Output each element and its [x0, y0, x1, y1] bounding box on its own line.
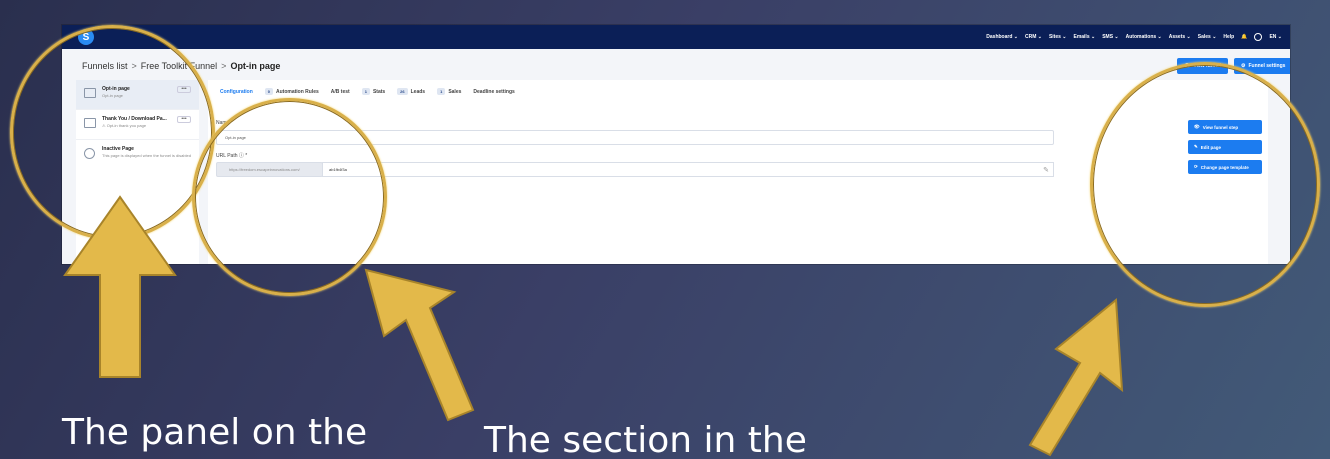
- tab-label: Configuration: [220, 88, 253, 95]
- nav-assets[interactable]: Assets ⌄: [1169, 34, 1191, 40]
- pencil-icon[interactable]: ✎: [1038, 162, 1054, 177]
- highlight-ring-right-buttons: [1090, 62, 1320, 307]
- tab-badge: 0: [264, 88, 274, 95]
- nav-help[interactable]: Help: [1223, 34, 1234, 40]
- arrow-diagonal-icon: [364, 268, 475, 422]
- arrow-diagonal-up-right-icon: [1028, 297, 1124, 457]
- nav-language[interactable]: EN ⌄: [1269, 34, 1282, 40]
- nav-crm[interactable]: CRM ⌄: [1025, 34, 1042, 40]
- main-menu: Dashboard ⌄ CRM ⌄ Sites ⌄ Emails ⌄ SMS ⌄…: [986, 33, 1282, 41]
- url-path-field[interactable]: ab1fb4f3a: [322, 162, 1054, 177]
- tab-label: Leads: [410, 88, 426, 95]
- tab-automation-rules[interactable]: 0 Automation Rules: [264, 88, 319, 95]
- tab-label: Sales: [448, 88, 462, 95]
- tab-sales[interactable]: 1 Sales: [437, 88, 461, 95]
- caption-left-panel: The panel on the: [62, 412, 368, 453]
- nav-emails[interactable]: Emails ⌄: [1073, 34, 1095, 40]
- tab-badge: 26: [397, 88, 408, 95]
- tab-ab-test[interactable]: A/B test: [331, 89, 350, 95]
- tab-deadline-settings[interactable]: Deadline settings: [473, 89, 514, 95]
- caption-middle-section: The section in the: [484, 420, 807, 459]
- tab-label: A/B test: [330, 88, 350, 95]
- nav-sales[interactable]: Sales ⌄: [1198, 34, 1217, 40]
- tab-label: Deadline settings: [473, 88, 515, 95]
- nav-dashboard[interactable]: Dashboard ⌄: [986, 34, 1018, 40]
- nav-automations[interactable]: Automations ⌄: [1126, 34, 1162, 40]
- tab-label: Stats: [372, 88, 386, 95]
- tab-badge: 1: [437, 88, 446, 95]
- tab-stats[interactable]: 1 Stats: [361, 88, 386, 95]
- breadcrumb-separator: >: [221, 61, 227, 71]
- tab-leads[interactable]: 26 Leads: [397, 88, 425, 95]
- avatar[interactable]: [1254, 33, 1263, 41]
- funnel-settings-label: Funnel settings: [1248, 63, 1286, 69]
- arrow-up-icon: [63, 195, 177, 378]
- tab-configuration[interactable]: Configuration: [220, 89, 253, 95]
- tab-badge: 1: [361, 88, 370, 95]
- tab-label: Automation Rules: [276, 88, 319, 95]
- top-navigation-bar: S Dashboard ⌄ CRM ⌄ Sites ⌄ Emails ⌄ SMS…: [62, 25, 1290, 49]
- nav-sites[interactable]: Sites ⌄: [1049, 34, 1067, 40]
- step-tabs: Configuration 0 Automation Rules A/B test…: [220, 88, 515, 95]
- nav-sms[interactable]: SMS ⌄: [1102, 34, 1118, 40]
- bell-icon[interactable]: 🔔: [1241, 34, 1247, 40]
- page-title: Opt-in page: [230, 61, 281, 71]
